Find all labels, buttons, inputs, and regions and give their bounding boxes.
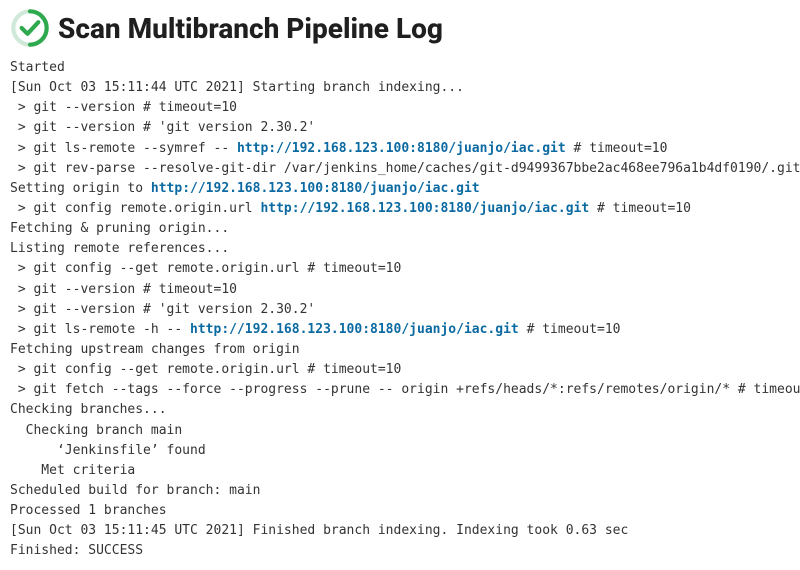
page-header: Scan Multibranch Pipeline Log bbox=[10, 8, 790, 48]
log-line: Fetching & pruning origin... bbox=[10, 221, 229, 236]
log-line: Checking branches... bbox=[10, 402, 167, 417]
log-line: > git ls-remote --symref -- http://192.1… bbox=[10, 141, 667, 156]
log-line: Processed 1 branches bbox=[10, 503, 167, 518]
repo-url-link[interactable]: http://192.168.123.100:8180/juanjo/iac.g… bbox=[237, 141, 566, 156]
log-line: > git ls-remote -h -- http://192.168.123… bbox=[10, 322, 621, 337]
log-line: > git rev-parse --resolve-git-dir /var/j… bbox=[10, 161, 800, 176]
repo-url-link[interactable]: http://192.168.123.100:8180/juanjo/iac.g… bbox=[190, 322, 519, 337]
log-line: > git config --get remote.origin.url # t… bbox=[10, 362, 401, 377]
scan-log-output: Started [Sun Oct 03 15:11:44 UTC 2021] S… bbox=[10, 58, 790, 562]
log-line: Started bbox=[10, 60, 65, 75]
log-line: Setting origin to http://192.168.123.100… bbox=[10, 181, 480, 196]
log-line: > git --version # 'git version 2.30.2' bbox=[10, 302, 315, 317]
log-line: > git --version # 'git version 2.30.2' bbox=[10, 120, 315, 135]
log-line: [Sun Oct 03 15:11:45 UTC 2021] Finished … bbox=[10, 523, 628, 538]
log-line: Checking branch main bbox=[10, 423, 182, 438]
log-line: Fetching upstream changes from origin bbox=[10, 342, 300, 357]
log-line: Listing remote references... bbox=[10, 241, 229, 256]
log-line: > git config remote.origin.url http://19… bbox=[10, 201, 691, 216]
log-line: Met criteria bbox=[10, 463, 135, 478]
log-line: > git --version # timeout=10 bbox=[10, 100, 237, 115]
repo-url-link[interactable]: http://192.168.123.100:8180/juanjo/iac.g… bbox=[260, 201, 589, 216]
log-line: > git --version # timeout=10 bbox=[10, 282, 237, 297]
log-line: [Sun Oct 03 15:11:44 UTC 2021] Starting … bbox=[10, 80, 464, 95]
repo-url-link[interactable]: http://192.168.123.100:8180/juanjo/iac.g… bbox=[151, 181, 480, 196]
log-line: Finished: SUCCESS bbox=[10, 543, 143, 558]
log-line: > git fetch --tags --force --progress --… bbox=[10, 382, 800, 397]
page-title: Scan Multibranch Pipeline Log bbox=[58, 12, 443, 45]
success-check-icon bbox=[10, 8, 50, 48]
log-line: > git config --get remote.origin.url # t… bbox=[10, 261, 401, 276]
log-line: Scheduled build for branch: main bbox=[10, 483, 260, 498]
log-line: ‘Jenkinsfile’ found bbox=[10, 443, 206, 458]
